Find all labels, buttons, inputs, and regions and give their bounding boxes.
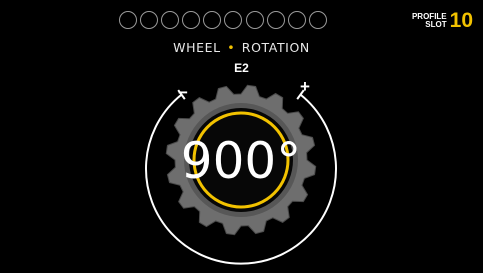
increase-button[interactable]: + bbox=[300, 77, 310, 96]
increase-plus-icon: + bbox=[300, 77, 310, 96]
rotation-value: 900° bbox=[181, 132, 301, 190]
decrease-minus-icon: − bbox=[178, 83, 188, 102]
decrease-button[interactable]: − bbox=[178, 83, 188, 102]
wheel-settings-screen: WHEEL • ROTATION E2 PROFILE SLOT 10 − + … bbox=[0, 0, 483, 273]
rotation-dial[interactable]: − + 900° bbox=[0, 0, 483, 273]
